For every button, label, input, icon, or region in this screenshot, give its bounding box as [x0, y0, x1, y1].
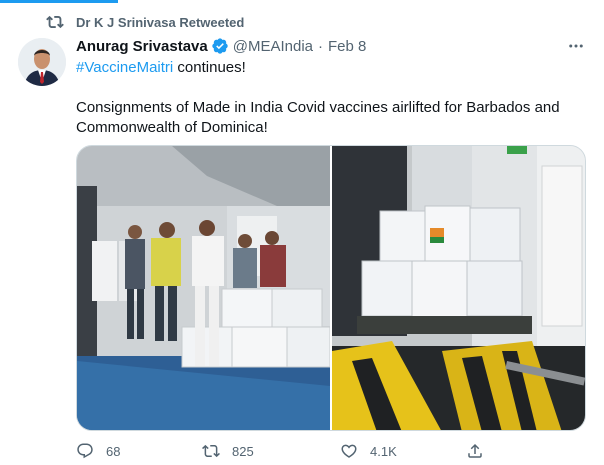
retweet-icon	[46, 15, 64, 29]
tweet-line-1: #VaccineMaitri continues!	[76, 58, 586, 78]
author-name[interactable]: Anurag Srivastava	[76, 38, 208, 55]
share-icon	[468, 443, 482, 458]
more-options-button[interactable]	[565, 36, 587, 56]
active-tab-indicator	[0, 0, 118, 3]
heart-icon	[341, 444, 357, 458]
header-separator: ·	[318, 37, 323, 55]
reply-icon	[77, 443, 93, 459]
reply-count: 68	[106, 443, 121, 459]
photo-vaccine-pallet-on-loader[interactable]	[332, 146, 585, 430]
retweet-banner-text[interactable]: Dr K J Srinivasa Retweeted	[76, 15, 244, 30]
media-grid	[76, 145, 586, 431]
retweet-banner[interactable]: Dr K J Srinivasa Retweeted	[46, 13, 244, 31]
photo-pallet-image	[332, 146, 585, 430]
tweet-header: Anurag Srivastava @MEAIndia · Feb 8	[76, 36, 366, 56]
tweet-line-1-rest: continues!	[173, 59, 246, 76]
avatar-image	[18, 38, 66, 86]
photo-officials-image	[77, 146, 330, 430]
more-dots-icon	[569, 44, 583, 48]
share-button[interactable]	[466, 442, 506, 460]
like-button[interactable]: 4.1K	[340, 442, 466, 460]
tweet-text: #VaccineMaitri continues! Consignments o…	[76, 58, 586, 158]
author-handle[interactable]: @MEAIndia	[233, 38, 313, 55]
retweet-button[interactable]: 825	[202, 442, 340, 460]
tweet-date[interactable]: Feb 8	[328, 38, 366, 55]
retweet-action-icon	[202, 444, 220, 458]
hashtag-link[interactable]: #VaccineMaitri	[76, 59, 173, 76]
retweet-count: 825	[232, 443, 254, 459]
like-count: 4.1K	[370, 443, 397, 459]
avatar[interactable]	[18, 38, 66, 86]
reply-button[interactable]: 68	[76, 442, 202, 460]
photo-officials-with-vaccine-boxes[interactable]	[77, 146, 332, 430]
verified-badge-icon	[212, 38, 228, 54]
tweet-body: Consignments of Made in India Covid vacc…	[76, 99, 560, 136]
tweet-actions: 68 825 4.1K	[76, 440, 586, 462]
